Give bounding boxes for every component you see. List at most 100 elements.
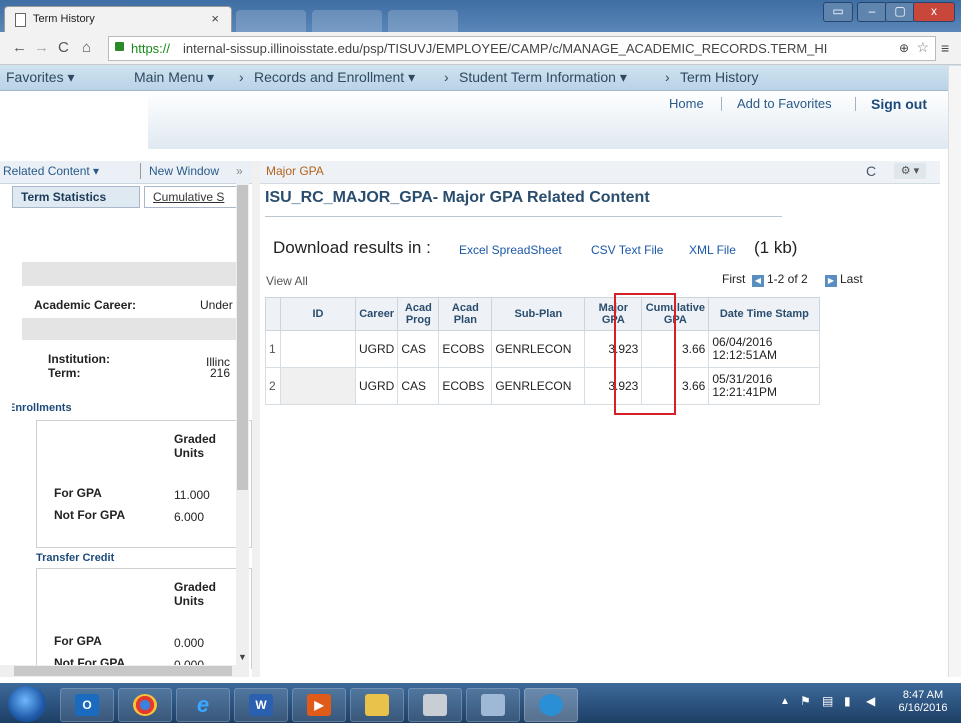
pager-range: 1-2 of 2: [767, 272, 808, 286]
favorites-menu[interactable]: Favorites ▾: [6, 69, 75, 86]
taskbar-app[interactable]: ▶: [292, 688, 346, 722]
main-menu[interactable]: Main Menu ▾: [134, 69, 214, 86]
show-hidden-icons-icon[interactable]: ▲: [780, 696, 790, 707]
gear-icon[interactable]: ⚙ ▾: [894, 163, 926, 179]
calculator-icon: [423, 694, 447, 716]
date-time-cell: 05/31/2016 12:21:41PM: [708, 367, 821, 405]
excel-download-link[interactable]: Excel SpreadSheet: [459, 243, 562, 257]
taskbar-app[interactable]: [466, 688, 520, 722]
start-button[interactable]: [8, 686, 46, 722]
scroll-down-icon[interactable]: ▼: [238, 652, 247, 662]
chrome-menu-icon[interactable]: ≡: [941, 40, 949, 56]
ie-icon: e: [196, 692, 210, 717]
taskbar-app[interactable]: [350, 688, 404, 722]
signal-icon[interactable]: ▮: [844, 694, 851, 708]
taskbar-app[interactable]: [118, 688, 172, 722]
term-label: Term:: [48, 366, 81, 380]
student-term-information-menu[interactable]: Student Term Information ▾: [459, 69, 627, 86]
records-enrollment-menu[interactable]: Records and Enrollment ▾: [254, 69, 415, 86]
browser-tab[interactable]: Term History ×: [4, 6, 232, 33]
taskbar-app[interactable]: [524, 688, 578, 722]
id-cell: [280, 330, 356, 368]
institution-label: Institution:: [48, 352, 110, 366]
scrollbar-thumb[interactable]: [14, 666, 232, 676]
csv-download-link[interactable]: CSV Text File: [591, 243, 663, 257]
clock-time: 8:47 AM: [902, 689, 944, 701]
graded-units-header: Graded Units: [174, 432, 217, 460]
outlook-icon: O: [75, 694, 99, 716]
pager-first[interactable]: First: [722, 272, 745, 286]
url-text: internal-sissup.illinoisstate.edu/psp/TI…: [183, 41, 828, 56]
xml-download-link[interactable]: XML File: [689, 243, 736, 257]
tab-term-statistics[interactable]: Term Statistics: [12, 186, 140, 208]
prev-page-icon[interactable]: ◀: [752, 275, 764, 287]
next-page-icon[interactable]: ▶: [825, 275, 837, 287]
new-window-link[interactable]: New Window: [149, 164, 219, 178]
column-header[interactable]: ID: [280, 297, 356, 331]
term-history-link[interactable]: Term History: [680, 69, 759, 85]
network-icon[interactable]: ▤: [822, 694, 833, 708]
view-all-link[interactable]: View All: [266, 274, 308, 288]
grid-header-row: ID Career Acad Prog Acad Plan Sub-Plan M…: [265, 297, 821, 331]
pager-last[interactable]: Last: [840, 272, 863, 286]
column-header[interactable]: Sub-Plan: [491, 297, 586, 331]
forward-icon[interactable]: →: [34, 39, 49, 56]
taskbar-app[interactable]: O: [60, 688, 114, 722]
page-title: ISU_RC_MAJOR_GPA- Major GPA Related Cont…: [265, 189, 650, 206]
section-bar: [22, 318, 236, 340]
collapse-icon[interactable]: »: [236, 164, 243, 178]
transfer-credit-heading: Transfer Credit: [36, 552, 115, 564]
back-icon[interactable]: ←: [12, 39, 27, 56]
scrollbar-thumb[interactable]: [237, 185, 248, 490]
acad-prog-cell: CAS: [397, 330, 440, 368]
academic-career-value: Under: [200, 298, 233, 312]
volume-icon[interactable]: ◀: [866, 694, 875, 708]
close-button[interactable]: x: [913, 2, 955, 22]
sign-out-link[interactable]: Sign out: [871, 96, 927, 112]
column-header[interactable]: Acad Prog: [397, 297, 440, 331]
career-cell: UGRD: [354, 330, 399, 368]
breadcrumb-separator: ›: [665, 69, 670, 85]
taskbar-app[interactable]: [408, 688, 462, 722]
address-bar-row: ← → C ⌂ https:// internal-sissup.illinoi…: [0, 32, 961, 65]
background-tab[interactable]: [312, 10, 382, 32]
for-gpa-label: For GPA: [54, 486, 102, 500]
breadcrumb-separator: ›: [239, 69, 244, 85]
add-to-favorites-link[interactable]: Add to Favorites: [737, 96, 832, 111]
refresh-icon[interactable]: C: [866, 163, 876, 179]
tab-close-icon[interactable]: ×: [211, 11, 219, 26]
sub-plan-cell: GENRLECON: [491, 367, 586, 405]
related-content-panel-header: Major GPA C ⚙ ▾: [260, 161, 940, 184]
tab-cumulative-statistics[interactable]: Cumulative S: [144, 186, 240, 208]
zoom-icon[interactable]: ⊕: [899, 41, 909, 55]
column-header[interactable]: Acad Plan: [438, 297, 493, 331]
divider: [265, 216, 782, 217]
background-tab[interactable]: [236, 10, 306, 32]
enrollments-heading: Enrollments: [12, 402, 72, 414]
breadcrumb: Favorites ▾ Main Menu ▾ › Records and En…: [0, 65, 961, 91]
section-bar: [22, 262, 236, 286]
home-link[interactable]: Home: [669, 96, 704, 111]
window-switch-button[interactable]: ▭: [823, 2, 853, 22]
page-icon: [15, 13, 26, 27]
clock[interactable]: 8:47 AM 6/16/2016: [893, 689, 953, 715]
academic-career-label: Academic Career:: [34, 298, 137, 312]
bookmark-star-icon[interactable]: ☆: [916, 39, 929, 56]
maximize-button[interactable]: ▢: [885, 2, 915, 22]
related-content-bar: Related Content ▾ New Window »: [0, 161, 252, 184]
minimize-button[interactable]: –: [857, 2, 887, 22]
url-input[interactable]: https:// internal-sissup.illinoisstate.e…: [108, 36, 936, 61]
left-tabs: Term Statistics Cumulative S: [12, 186, 240, 208]
home-icon[interactable]: ⌂: [82, 39, 91, 56]
taskbar-app[interactable]: e: [176, 688, 230, 722]
background-tab[interactable]: [388, 10, 458, 32]
taskbar-app[interactable]: W: [234, 688, 288, 722]
flag-icon[interactable]: ⚑: [800, 694, 811, 708]
acad-plan-cell: ECOBS: [438, 330, 493, 368]
related-content-menu[interactable]: Related Content ▾: [3, 164, 99, 178]
reload-icon[interactable]: C: [58, 39, 69, 56]
column-header[interactable]: Date Time Stamp: [708, 297, 821, 331]
column-header[interactable]: Career: [354, 297, 399, 331]
pane-splitter[interactable]: [252, 161, 260, 677]
page-vertical-scrollbar[interactable]: [948, 66, 961, 677]
